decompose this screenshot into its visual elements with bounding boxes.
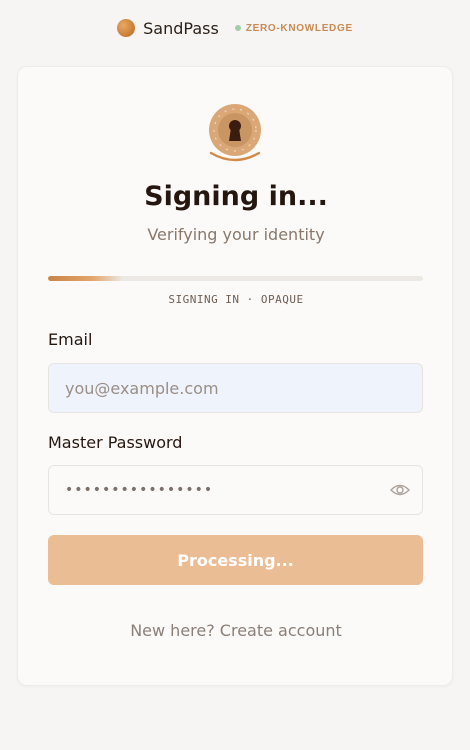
progress-fill xyxy=(48,276,123,281)
zero-knowledge-badge: ZERO-KNOWLEDGE xyxy=(234,22,353,34)
page-subtitle: Verifying your identity xyxy=(147,225,325,244)
login-card: Signing in... Verifying your identity SI… xyxy=(17,66,453,686)
zero-knowledge-label: ZERO-KNOWLEDGE xyxy=(245,22,353,34)
processing-button[interactable]: Processing... xyxy=(48,535,423,585)
signin-progress-bar xyxy=(48,276,423,281)
brand-logo-icon xyxy=(117,19,136,37)
status-text: SIGNING IN · OPAQUE xyxy=(168,293,304,306)
create-account-link[interactable]: New here? Create account xyxy=(18,621,454,640)
status-dot-icon xyxy=(234,25,241,31)
email-label: Email xyxy=(48,330,93,349)
email-field[interactable] xyxy=(48,363,423,413)
page-title: Signing in... xyxy=(144,181,328,212)
keyhole-lock-icon xyxy=(205,103,265,167)
top-bar: SandPass ZERO-KNOWLEDGE xyxy=(0,0,470,56)
password-label: Master Password xyxy=(48,433,183,452)
password-field[interactable] xyxy=(48,465,423,515)
eye-icon[interactable] xyxy=(389,481,411,499)
brand-name: SandPass xyxy=(143,18,219,38)
